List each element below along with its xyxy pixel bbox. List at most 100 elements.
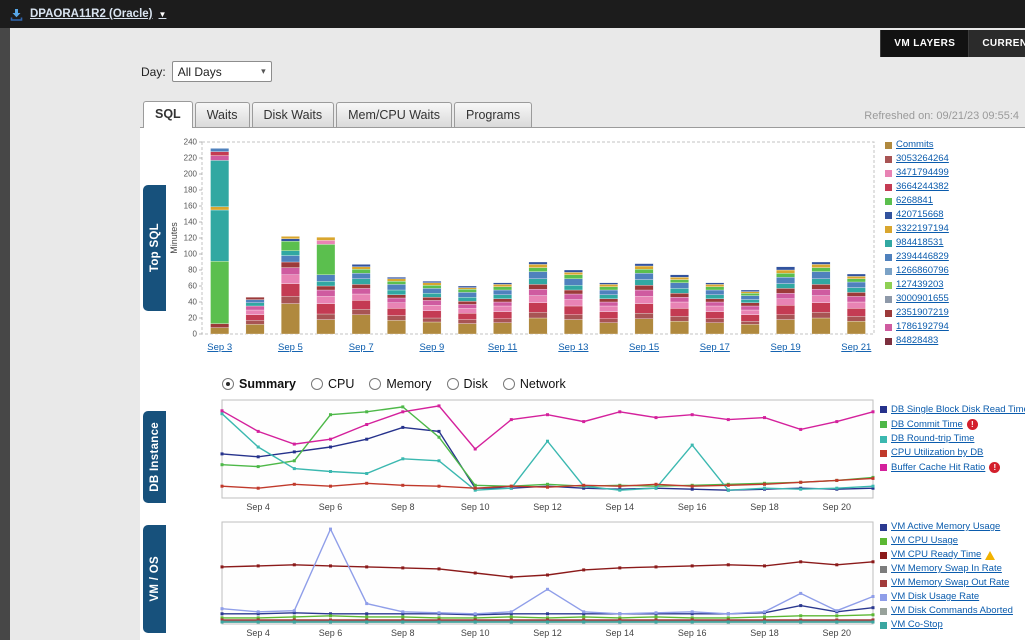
bar-segment[interactable]: [493, 312, 511, 319]
bar-segment[interactable]: [493, 302, 511, 306]
bar-segment[interactable]: [847, 274, 865, 276]
data-point[interactable]: [257, 446, 260, 449]
bar-segment[interactable]: [776, 267, 794, 270]
bar-segment[interactable]: [741, 306, 759, 310]
x-axis-date-link[interactable]: Sep 17: [700, 342, 730, 353]
bar-segment[interactable]: [529, 284, 547, 289]
x-axis-date-link[interactable]: Sep 11: [488, 342, 517, 353]
bar-segment[interactable]: [352, 288, 370, 294]
data-point[interactable]: [293, 563, 296, 566]
data-point[interactable]: [582, 484, 585, 487]
bar-segment[interactable]: [458, 289, 476, 292]
bar-segment[interactable]: [246, 300, 264, 303]
bar-segment[interactable]: [281, 256, 299, 262]
bar-segment[interactable]: [564, 306, 582, 315]
bar-segment[interactable]: [670, 288, 688, 293]
data-point[interactable]: [655, 615, 658, 618]
data-point[interactable]: [546, 440, 549, 443]
legend-link[interactable]: VM Active Memory Usage: [891, 522, 1000, 532]
data-point[interactable]: [835, 487, 838, 490]
bar-segment[interactable]: [211, 261, 229, 323]
bar-segment[interactable]: [317, 304, 335, 314]
bar-segment[interactable]: [423, 285, 441, 288]
radio-summary[interactable]: Summary: [222, 377, 296, 391]
bar-segment[interactable]: [776, 299, 794, 305]
bar-segment[interactable]: [211, 160, 229, 206]
data-point[interactable]: [293, 621, 296, 624]
bar-segment[interactable]: [847, 308, 865, 316]
bar-segment[interactable]: [529, 312, 547, 318]
data-point[interactable]: [691, 413, 694, 416]
bar-segment[interactable]: [352, 273, 370, 279]
bar-segment[interactable]: [812, 303, 830, 313]
data-point[interactable]: [835, 609, 838, 612]
bar-segment[interactable]: [423, 305, 441, 311]
legend-link[interactable]: 127439203: [896, 280, 944, 290]
data-point[interactable]: [582, 610, 585, 613]
bar-segment[interactable]: [776, 320, 794, 334]
legend-link[interactable]: VM CPU Usage: [891, 536, 958, 546]
bar-segment[interactable]: [706, 290, 724, 295]
tab-mem-cpu-waits[interactable]: Mem/CPU Waits: [336, 102, 452, 127]
data-point[interactable]: [257, 465, 260, 468]
legend-link[interactable]: 3664244382: [896, 182, 949, 192]
data-point[interactable]: [510, 615, 513, 618]
bar-segment[interactable]: [211, 210, 229, 261]
day-select[interactable]: All Days ▾: [172, 61, 272, 82]
legend-link[interactable]: CPU Utilization by DB: [891, 448, 983, 458]
bar-segment[interactable]: [458, 313, 476, 319]
data-point[interactable]: [872, 560, 875, 563]
bar-segment[interactable]: [493, 295, 511, 299]
bar-segment[interactable]: [706, 284, 724, 286]
bar-segment[interactable]: [458, 324, 476, 334]
data-point[interactable]: [799, 560, 802, 563]
bar-segment[interactable]: [387, 279, 405, 281]
bar-segment[interactable]: [635, 269, 653, 273]
bar-segment[interactable]: [741, 310, 759, 315]
x-axis-date-link[interactable]: Sep 13: [558, 342, 588, 353]
bar-segment[interactable]: [317, 281, 335, 286]
data-point[interactable]: [799, 614, 802, 617]
bar-segment[interactable]: [281, 239, 299, 241]
bar-segment[interactable]: [211, 324, 229, 328]
bar-segment[interactable]: [635, 273, 653, 279]
data-point[interactable]: [438, 621, 441, 624]
data-point[interactable]: [221, 452, 224, 455]
bar-segment[interactable]: [529, 303, 547, 313]
bar-segment[interactable]: [706, 312, 724, 319]
data-point[interactable]: [763, 483, 766, 486]
bar-segment[interactable]: [317, 237, 335, 240]
x-axis-date-link[interactable]: Sep 19: [771, 342, 801, 353]
data-point[interactable]: [582, 615, 585, 618]
bar-segment[interactable]: [741, 296, 759, 300]
bar-segment[interactable]: [635, 304, 653, 314]
data-point[interactable]: [872, 410, 875, 413]
bar-segment[interactable]: [387, 281, 405, 284]
data-point[interactable]: [329, 446, 332, 449]
bar-segment[interactable]: [387, 308, 405, 315]
data-point[interactable]: [727, 418, 730, 421]
data-point[interactable]: [835, 614, 838, 617]
data-point[interactable]: [582, 420, 585, 423]
tab-programs[interactable]: Programs: [454, 102, 532, 127]
data-point[interactable]: [329, 485, 332, 488]
bar-segment[interactable]: [493, 306, 511, 312]
bar-segment[interactable]: [211, 328, 229, 334]
bar-segment[interactable]: [776, 273, 794, 277]
legend-link[interactable]: VM Memory Swap Out Rate: [891, 578, 1009, 588]
bar-segment[interactable]: [423, 283, 441, 285]
x-axis-date-link[interactable]: Sep 21: [841, 342, 871, 353]
data-point[interactable]: [618, 621, 621, 624]
legend-link[interactable]: 2394446829: [896, 252, 949, 262]
bar-segment[interactable]: [635, 266, 653, 269]
bar-segment[interactable]: [211, 152, 229, 156]
bar-segment[interactable]: [741, 324, 759, 334]
bar-segment[interactable]: [211, 148, 229, 151]
data-point[interactable]: [799, 488, 802, 491]
bar-segment[interactable]: [246, 310, 264, 315]
bar-segment[interactable]: [493, 287, 511, 290]
bar-segment[interactable]: [847, 279, 865, 282]
bar-segment[interactable]: [776, 284, 794, 289]
legend-link[interactable]: DB Commit Time: [891, 420, 963, 430]
data-point[interactable]: [655, 416, 658, 419]
